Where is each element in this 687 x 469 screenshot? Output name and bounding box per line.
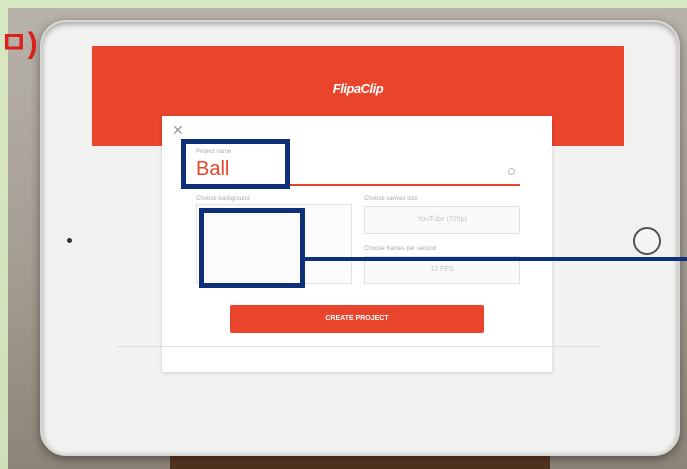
app-logo: FlipaClip — [332, 81, 384, 96]
corner-text-fragment: ㅁ) — [0, 27, 38, 60]
highlight-connector-line — [304, 257, 687, 261]
highlight-project-name — [181, 139, 290, 189]
divider — [116, 346, 600, 347]
camera-dot — [67, 238, 72, 243]
close-icon[interactable]: ✕ — [172, 122, 184, 139]
clear-input-icon[interactable] — [508, 168, 515, 175]
highlight-background — [199, 208, 305, 288]
create-project-button[interactable]: CREATE PROJECT — [230, 305, 484, 333]
choose-canvas-size-label: Choose canvas size — [364, 196, 418, 202]
home-button[interactable] — [633, 227, 661, 255]
choose-fps-label: Choose frames per second — [364, 246, 437, 252]
canvas-size-select[interactable]: YouTube (720p) — [364, 206, 520, 234]
choose-background-label: Choose background — [196, 196, 250, 202]
app-screen: FlipaClip ✕ Project name Ball Choose bac… — [92, 46, 624, 406]
